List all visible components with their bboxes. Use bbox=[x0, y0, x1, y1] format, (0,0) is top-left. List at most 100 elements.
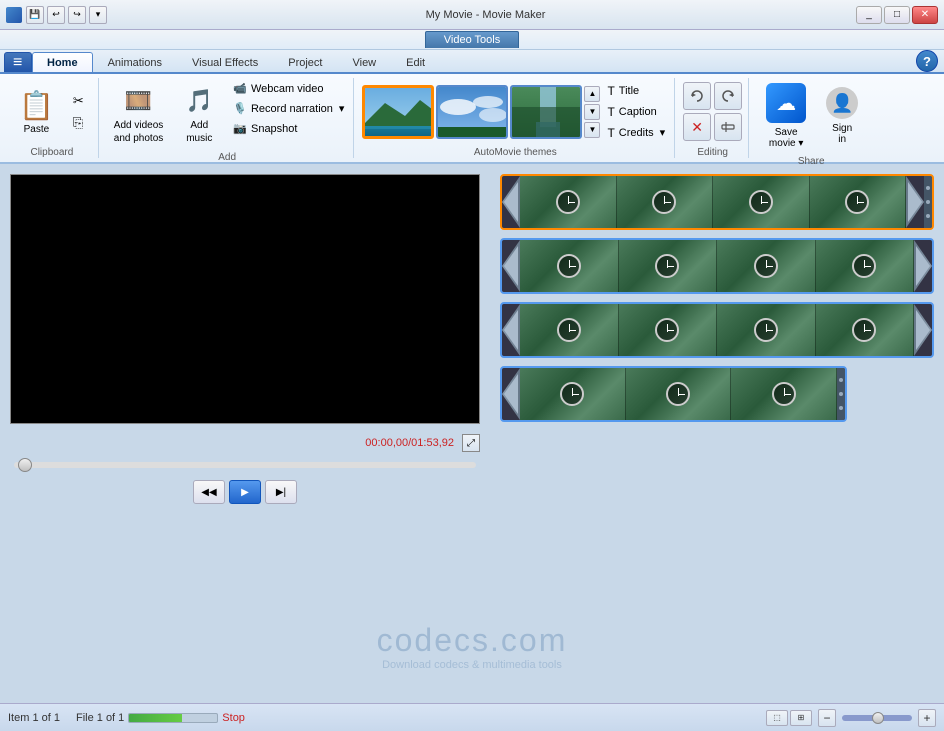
strip-frame-1a bbox=[520, 176, 617, 228]
theme-scroll-up[interactable]: ▲ bbox=[584, 86, 600, 102]
timeline-strip-3[interactable] bbox=[500, 302, 934, 358]
tab-view[interactable]: View bbox=[337, 52, 391, 72]
theme-scroll-buttons: ▲ ▼ ▼ bbox=[584, 86, 600, 138]
record-narration-button[interactable]: 🎙️ Record narration ▾ bbox=[230, 100, 347, 117]
sign-in-button[interactable]: 👤 Signin bbox=[819, 82, 865, 150]
theme-scroll-down[interactable]: ▼ bbox=[584, 104, 600, 120]
strip-frame-4b bbox=[626, 368, 732, 420]
monitor-btn-2[interactable]: ⊞ bbox=[790, 710, 812, 726]
strip-frames-3 bbox=[520, 304, 914, 356]
theme-scroll-more[interactable]: ▼ bbox=[584, 122, 600, 138]
video-preview[interactable] bbox=[10, 174, 480, 424]
seek-bar[interactable] bbox=[14, 462, 476, 468]
save-qa-btn[interactable]: 💾 bbox=[26, 6, 44, 24]
monitor-btn-1[interactable]: ⬚ bbox=[766, 710, 788, 726]
automovie-label: AutoMovie themes bbox=[474, 147, 557, 158]
tab-home[interactable]: Home bbox=[32, 52, 93, 72]
tab-visual-effects[interactable]: Visual Effects bbox=[177, 52, 273, 72]
timeline-strip-2[interactable] bbox=[500, 238, 934, 294]
minimize-btn[interactable]: _ bbox=[856, 6, 882, 24]
close-btn[interactable]: ✕ bbox=[912, 6, 938, 24]
theme-item-1[interactable] bbox=[362, 85, 434, 139]
window-title: My Movie - Movie Maker bbox=[115, 9, 856, 21]
record-narration-dropdown[interactable]: ▾ bbox=[339, 102, 345, 115]
seek-bar-container bbox=[10, 462, 480, 468]
dropdown-qa-btn[interactable]: ▾ bbox=[89, 6, 107, 24]
clipboard-group-content: 📋 Paste ✂ ⎘ bbox=[12, 78, 92, 145]
add-label: Add bbox=[218, 152, 236, 163]
remove-black-bars-button[interactable]: ✕ bbox=[683, 113, 711, 141]
paste-button[interactable]: 📋 Paste bbox=[12, 84, 61, 140]
ribbon-tab-home-menu[interactable]: ≡ bbox=[4, 52, 32, 72]
item-count-label: Item 1 of 1 bbox=[8, 712, 60, 724]
cut-button[interactable]: ✂ bbox=[69, 91, 88, 111]
app-icon bbox=[6, 7, 22, 23]
strip-arrow-right-1 bbox=[906, 176, 924, 228]
help-button[interactable]: ? bbox=[916, 50, 938, 72]
caption-label: Caption bbox=[619, 106, 657, 118]
rewind-button[interactable]: ◀◀ bbox=[193, 480, 225, 504]
caption-button[interactable]: T Caption bbox=[604, 103, 668, 121]
redo-qa-btn[interactable]: ↪ bbox=[68, 6, 86, 24]
forward-button[interactable]: ▶| bbox=[265, 480, 297, 504]
strip-dots-4 bbox=[837, 368, 845, 420]
add-row-buttons: 📹 Webcam video 🎙️ Record narration ▾ 📷 S… bbox=[230, 80, 347, 137]
strip-frame-3d bbox=[816, 304, 915, 356]
zoom-out-button[interactable]: − bbox=[818, 709, 836, 727]
quick-access-toolbar: 💾 ↩ ↪ ▾ bbox=[26, 6, 107, 24]
theme-item-3[interactable] bbox=[510, 85, 582, 139]
maximize-btn[interactable]: □ bbox=[884, 6, 910, 24]
snapshot-button[interactable]: 📷 Snapshot bbox=[230, 120, 347, 137]
stop-button[interactable]: Stop bbox=[222, 712, 245, 724]
zoom-in-button[interactable]: + bbox=[918, 709, 936, 727]
add-videos-icon: 🎞️ bbox=[121, 83, 157, 119]
add-music-icon: 🎵 bbox=[181, 83, 217, 119]
add-music-label: Addmusic bbox=[186, 119, 212, 145]
sign-in-label: Signin bbox=[832, 123, 852, 145]
webcam-icon: 📹 bbox=[233, 82, 247, 95]
strip-dot bbox=[926, 186, 930, 190]
undo-qa-btn[interactable]: ↩ bbox=[47, 6, 65, 24]
file-count-label: File 1 of 1 bbox=[76, 712, 124, 724]
rotate-right-button[interactable] bbox=[714, 82, 742, 110]
seek-thumb[interactable] bbox=[18, 458, 32, 472]
title-icon: T bbox=[607, 84, 614, 98]
zoom-thumb[interactable] bbox=[872, 712, 884, 724]
trim-button[interactable] bbox=[714, 113, 742, 141]
copy-button[interactable]: ⎘ bbox=[69, 113, 88, 133]
file-count-status: File 1 of 1 Stop bbox=[76, 712, 245, 724]
zoom-slider[interactable] bbox=[842, 715, 912, 721]
strip-clock-2a bbox=[557, 254, 581, 278]
rotate-left-button[interactable] bbox=[683, 82, 711, 110]
credits-label: Credits bbox=[619, 127, 654, 139]
expand-preview-button[interactable]: ⤢ bbox=[462, 434, 480, 452]
progress-bar-container bbox=[128, 713, 218, 723]
trim-row: ✕ bbox=[683, 113, 742, 141]
add-music-button[interactable]: 🎵 Addmusic bbox=[174, 78, 224, 150]
status-bar: Item 1 of 1 File 1 of 1 Stop ⬚ ⊞ − + bbox=[0, 703, 944, 731]
save-movie-button[interactable]: ☁ Savemovie ▾ bbox=[757, 78, 815, 154]
playback-controls: ◀◀ ▶ ▶| bbox=[10, 480, 480, 504]
tab-edit[interactable]: Edit bbox=[391, 52, 440, 72]
strip-frame-4c bbox=[731, 368, 837, 420]
title-button[interactable]: T Title bbox=[604, 82, 668, 100]
credits-dropdown[interactable]: ▾ bbox=[660, 126, 666, 139]
right-panel bbox=[490, 164, 944, 703]
strip-dot bbox=[926, 200, 930, 204]
strip-frame-3a bbox=[520, 304, 619, 356]
strip-clock-1c bbox=[749, 190, 773, 214]
strip-clock-4c bbox=[772, 382, 796, 406]
theme-item-2[interactable] bbox=[436, 85, 508, 139]
theme-2-preview bbox=[438, 87, 508, 139]
timeline-strip-4[interactable] bbox=[500, 366, 847, 422]
play-button[interactable]: ▶ bbox=[229, 480, 261, 504]
webcam-video-button[interactable]: 📹 Webcam video bbox=[230, 80, 347, 97]
add-videos-button[interactable]: 🎞️ Add videosand photos bbox=[107, 78, 171, 150]
credits-button[interactable]: T Credits ▾ bbox=[604, 124, 668, 142]
tab-project[interactable]: Project bbox=[273, 52, 337, 72]
strip-clock-3d bbox=[852, 318, 876, 342]
add-group-content: 🎞️ Add videosand photos 🎵 Addmusic 📹 Web… bbox=[107, 78, 348, 150]
tab-animations[interactable]: Animations bbox=[93, 52, 177, 72]
timeline-strip-1[interactable] bbox=[500, 174, 934, 230]
add-group: 🎞️ Add videosand photos 🎵 Addmusic 📹 Web… bbox=[101, 78, 355, 158]
